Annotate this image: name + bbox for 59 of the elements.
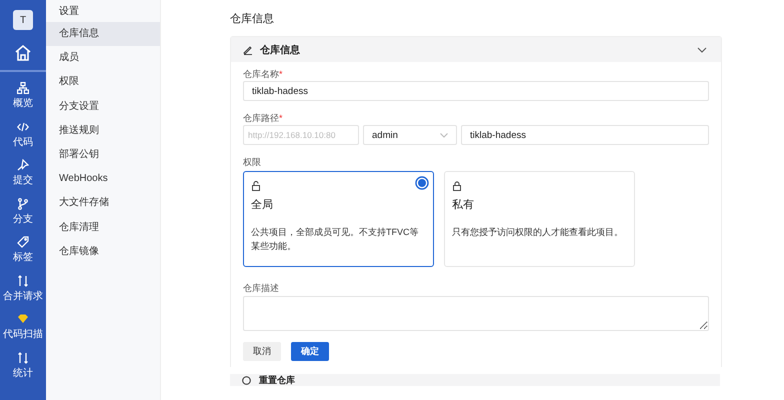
sidebar-item[interactable]: 分支设置: [46, 94, 160, 119]
field-label: 仓库路径*: [243, 112, 284, 124]
sidebar-item[interactable]: 仓库清理: [46, 216, 160, 240]
sidebar-item[interactable]: 推送规则: [46, 118, 160, 143]
tag-icon[interactable]: [17, 236, 29, 248]
field-label: 仓库名称*: [243, 68, 284, 80]
field-label: 仓库描述: [243, 282, 280, 294]
nav-label[interactable]: 合并请求: [3, 288, 43, 302]
nav-label[interactable]: 统计: [13, 366, 33, 380]
merge-icon[interactable]: [17, 274, 29, 286]
chevron-icon[interactable]: [697, 46, 707, 52]
name-input[interactable]: tiklab-hadess: [243, 81, 709, 101]
cancel-button[interactable]: 取消: [243, 342, 281, 361]
owner-select[interactable]: admin: [363, 125, 457, 145]
repo-name-input[interactable]: tiklab-hadess: [461, 125, 709, 145]
description-input[interactable]: [243, 296, 709, 331]
required-mark: *: [279, 69, 283, 79]
code-icon[interactable]: [17, 120, 29, 132]
gem-icon[interactable]: [17, 313, 29, 325]
circle-icon: [242, 376, 251, 384]
lock-icon: [452, 181, 462, 191]
sidebar-item[interactable]: 仓库镜像: [46, 240, 160, 264]
hierarchy-icon[interactable]: [17, 82, 29, 94]
nav-label[interactable]: 分支: [13, 212, 33, 226]
home-icon[interactable]: [14, 44, 32, 62]
nav-label[interactable]: 代码扫描: [3, 327, 43, 341]
confirm-button[interactable]: 确定: [291, 342, 329, 361]
sidebar-item[interactable]: 大文件存储: [46, 191, 160, 216]
option-description: 公共项目，全部成员可见。不支持TFVC等某些功能。: [251, 226, 420, 253]
nav-label[interactable]: 概览: [13, 96, 33, 110]
nav-label[interactable]: 提交: [13, 173, 33, 187]
nav-label[interactable]: 标签: [13, 250, 33, 264]
branch-icon[interactable]: [17, 198, 29, 210]
sidebar-item[interactable]: 部署公钥: [46, 142, 160, 168]
section-title: 仓库信息: [260, 43, 300, 56]
lock-icon: [251, 181, 261, 191]
sidebar-item[interactable]: 成员: [46, 46, 160, 70]
section-header[interactable]: 重置仓库: [230, 374, 720, 386]
nav-label[interactable]: 代码: [13, 134, 33, 148]
field-label: 权限: [243, 156, 262, 168]
radio-selected-icon: [415, 176, 429, 190]
edit-icon: [243, 44, 253, 54]
page-title: 仓库信息: [230, 12, 275, 27]
permission-option[interactable]: 全局 公共项目，全部成员可见。不支持TFVC等某些功能。: [243, 171, 434, 267]
option-description: 只有您授予访问权限的人才能查看此项目。: [452, 226, 624, 239]
avatar[interactable]: T: [13, 10, 33, 30]
option-title: 私有: [452, 198, 475, 212]
sidebar-item[interactable]: WebHooks: [46, 167, 160, 192]
section-title: 重置仓库: [259, 374, 295, 386]
caret-icon: [440, 132, 448, 138]
permission-option[interactable]: 私有 只有您授予访问权限的人才能查看此项目。: [444, 171, 635, 267]
option-title: 全局: [251, 198, 274, 212]
sidebar-item[interactable]: 仓库信息: [46, 22, 160, 46]
required-mark: *: [279, 113, 283, 123]
section-header[interactable]: 仓库信息: [231, 37, 721, 62]
sidebar-title: 设置: [58, 4, 80, 19]
pin-icon[interactable]: [17, 159, 29, 171]
merge-icon[interactable]: [17, 352, 29, 364]
sidebar-item[interactable]: 权限: [46, 70, 160, 95]
